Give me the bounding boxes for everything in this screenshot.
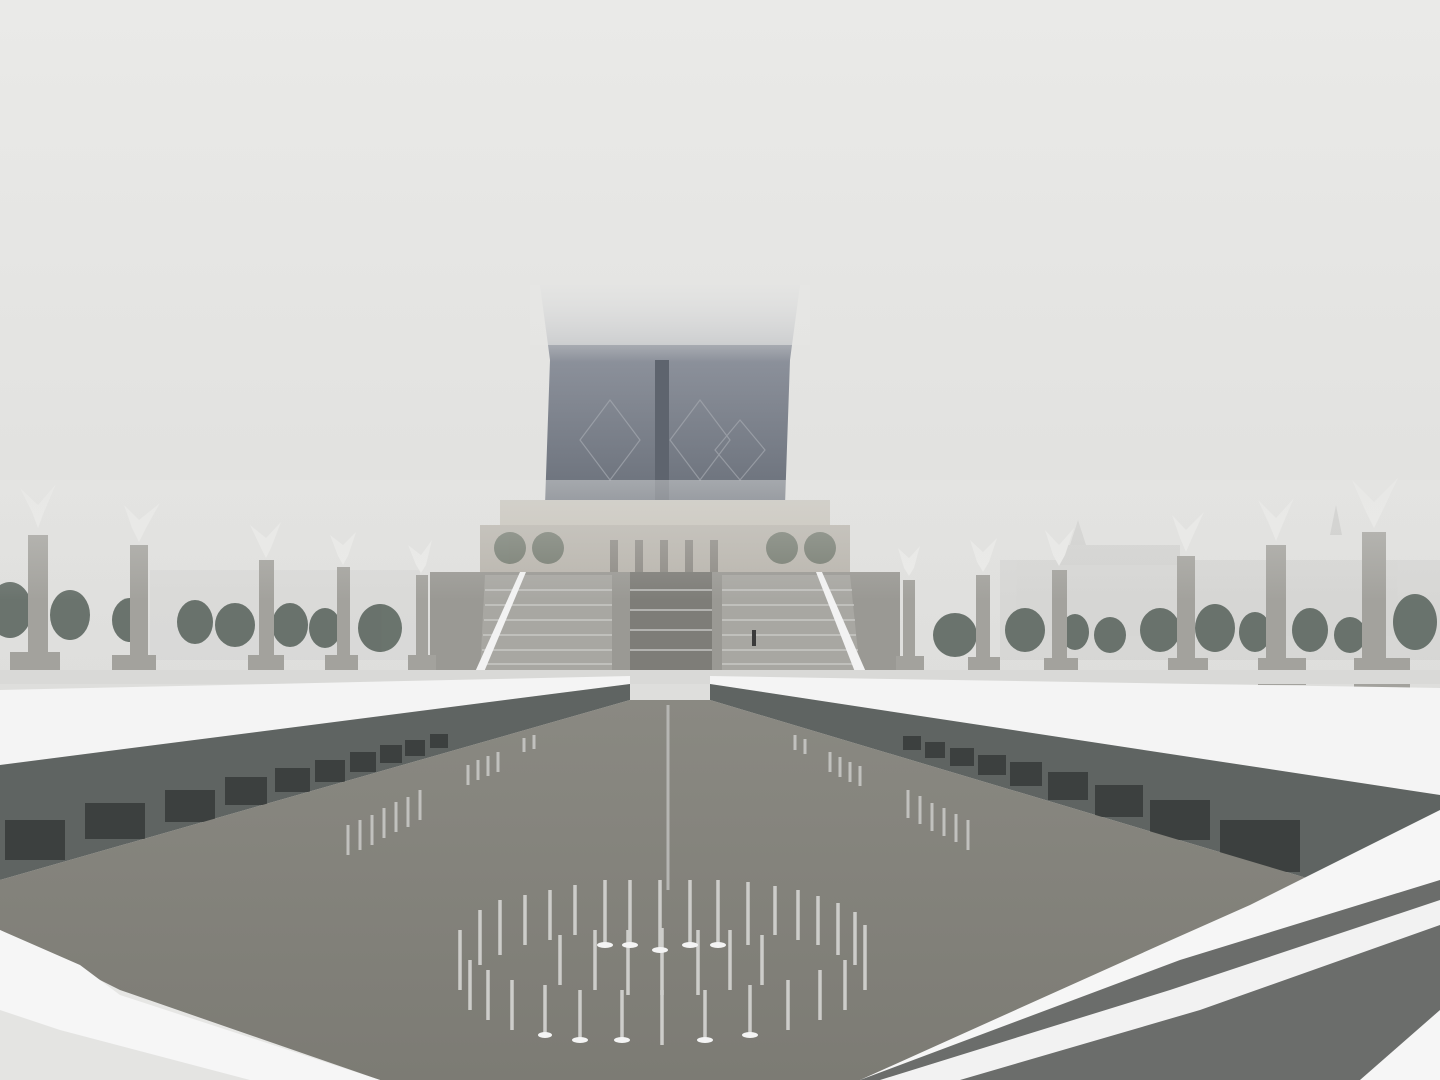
scene-svg <box>0 0 1440 1080</box>
tower <box>530 285 810 505</box>
photo-scene <box>0 0 1440 1080</box>
fog-veil <box>0 480 1440 600</box>
